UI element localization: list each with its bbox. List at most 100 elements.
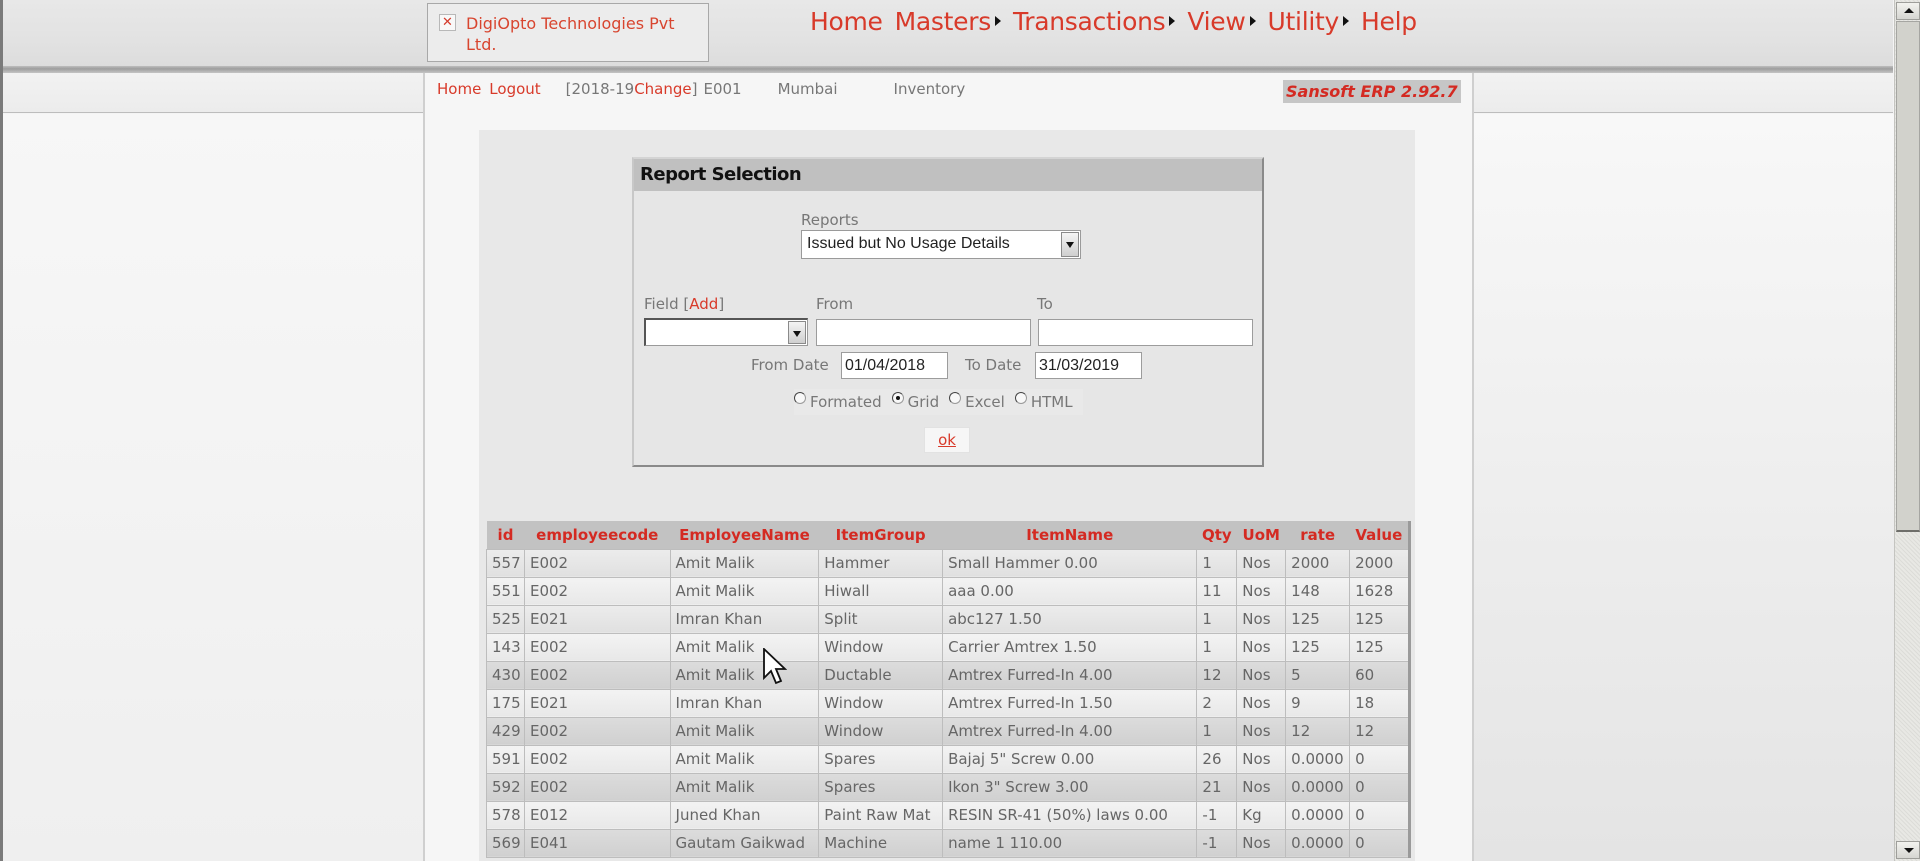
cell-uom: Kg [1236, 800, 1287, 830]
cell-value: 0 [1349, 828, 1410, 858]
cell-qty: 12 [1196, 660, 1238, 690]
chevron-down-icon[interactable] [788, 321, 806, 344]
table-row[interactable]: 578 E012 Juned Khan Paint Raw Mat RESIN SR-4… [486, 800, 1410, 830]
table-row[interactable]: 551 E002 Amit Malik Hiwall aaa 0.00 11 Nos 148 1… [486, 576, 1410, 606]
logout-link[interactable]: Logout [489, 80, 540, 98]
col-header-value[interactable]: Value [1349, 521, 1410, 549]
cell-value: 2000 [1349, 548, 1410, 578]
to-input[interactable] [1038, 319, 1253, 346]
cell-uom: Nos [1236, 716, 1287, 746]
to-date-input[interactable] [1035, 352, 1142, 379]
col-header-itemgroup[interactable]: ItemGroup [818, 521, 943, 549]
reports-select-value: Issued but No Usage Details [807, 235, 1010, 252]
cell-employeecode: E002 [523, 744, 671, 774]
cell-rate: 125 [1285, 632, 1351, 662]
ok-button[interactable]: ok [924, 427, 970, 453]
output-format-group: Formated Grid Excel HTML [794, 389, 1083, 415]
cell-itemname: abc127 1.50 [942, 604, 1198, 634]
cell-value: 125 [1349, 604, 1410, 634]
from-input[interactable] [816, 319, 1031, 346]
financial-year: [2018-19 [565, 80, 635, 98]
submenu-arrow-icon [1342, 16, 1349, 26]
cell-employeename: Amit Malik [669, 632, 820, 662]
menu-view[interactable]: View [1187, 6, 1256, 36]
cell-qty: -1 [1196, 800, 1238, 830]
cell-rate: 148 [1285, 576, 1351, 606]
reports-select[interactable]: Issued but No Usage Details [801, 230, 1081, 259]
cell-rate: 0.0000 [1285, 800, 1351, 830]
radio-excel-label: Excel [965, 393, 1005, 411]
chevron-down-icon[interactable] [1061, 232, 1079, 257]
radio-formated[interactable] [794, 392, 806, 404]
grid-body: 557 E002 Amit Malik Hammer Small Hammer 0.00… [486, 548, 1410, 858]
from-label: From [816, 295, 854, 313]
cell-itemgroup: Window [818, 632, 944, 662]
cell-itemname: Small Hammer 0.00 [942, 548, 1198, 578]
home-link[interactable]: Home [437, 80, 481, 98]
change-year-link[interactable]: Change [634, 80, 691, 98]
table-row[interactable]: 569 E041 Gautam Gaikwad Machine name 1 110.0… [486, 828, 1410, 858]
cell-employeecode: E002 [523, 632, 671, 662]
radio-html[interactable] [1014, 392, 1027, 404]
cell-id: 429 [486, 716, 525, 746]
scroll-down-arrow-icon[interactable] [1896, 841, 1920, 859]
add-field-link[interactable]: Add [689, 295, 718, 313]
cell-itemname: name 1 110.00 [942, 828, 1198, 858]
menu-masters-label: Masters [894, 6, 992, 36]
grid-header-row: id employeecode EmployeeName ItemGroup I… [486, 521, 1410, 549]
radio-grid[interactable] [891, 392, 904, 404]
report-grid: id employeecode EmployeeName ItemGroup I… [486, 521, 1411, 858]
table-row[interactable]: 429 E002 Amit Malik Window Amtrex Furred-In … [486, 716, 1410, 746]
cell-value: 12 [1349, 716, 1410, 746]
cell-employeename: Amit Malik [669, 576, 820, 606]
col-header-employeename[interactable]: EmployeeName [670, 521, 819, 549]
table-row[interactable]: 592 E002 Amit Malik Spares Ikon 3" Screw 3.0… [486, 772, 1410, 802]
from-date-input[interactable] [841, 352, 948, 379]
menu-masters[interactable]: Masters [895, 7, 1001, 36]
table-row[interactable]: 143 E002 Amit Malik Window Carrier Amtrex 1.… [486, 632, 1410, 662]
app-version: Sansoft ERP 2.92.7 [1283, 80, 1461, 103]
menu-view-label: View [1187, 6, 1246, 36]
col-header-uom[interactable]: UoM [1236, 521, 1286, 549]
radio-excel[interactable] [949, 392, 962, 404]
scrollbar-thumb[interactable] [1896, 21, 1920, 532]
cell-id: 557 [486, 548, 525, 578]
cell-itemgroup: Window [818, 688, 944, 718]
cell-rate: 12 [1285, 716, 1351, 746]
vertical-scrollbar[interactable] [1894, 0, 1920, 861]
table-row[interactable]: 591 E002 Amit Malik Spares Bajaj 5" Screw 0.… [486, 744, 1410, 774]
menu-home[interactable]: Home [810, 7, 883, 36]
menu-help-label: Help [1360, 6, 1417, 36]
table-row[interactable]: 525 E021 Imran Khan Split abc127 1.50 1 Nos 125… [486, 604, 1410, 634]
cell-id: 430 [486, 660, 525, 690]
menu-help[interactable]: Help [1361, 7, 1417, 36]
scroll-up-arrow-icon[interactable] [1896, 2, 1920, 20]
menu-transactions-label: Transactions [1012, 6, 1166, 36]
col-header-qty[interactable]: Qty [1196, 521, 1237, 549]
report-selection-panel: Report Selection Reports Issued but No U… [632, 157, 1264, 467]
cell-employeename: Imran Khan [669, 604, 820, 634]
field-select[interactable] [644, 318, 808, 346]
table-row[interactable]: 175 E021 Imran Khan Window Amtrex Furred-In … [486, 688, 1410, 718]
col-header-id[interactable]: id [486, 521, 525, 549]
col-header-itemname[interactable]: ItemName [942, 521, 1197, 549]
menu-transactions[interactable]: Transactions [1012, 6, 1176, 36]
cell-value: 18 [1349, 688, 1410, 718]
cell-itemgroup: Split [818, 604, 944, 634]
cell-itemname: aaa 0.00 [942, 576, 1198, 606]
cell-itemgroup: Spares [818, 744, 944, 774]
col-header-employeecode[interactable]: employeecode [524, 521, 671, 549]
add-bracket: ] [718, 295, 725, 313]
cell-rate: 5 [1285, 660, 1351, 690]
cell-rate: 0.0000 [1285, 744, 1351, 774]
cell-id: 525 [486, 604, 525, 634]
col-header-rate[interactable]: rate [1285, 521, 1350, 549]
table-row[interactable]: 557 E002 Amit Malik Hammer Small Hammer 0.00… [486, 548, 1410, 578]
menu-utility[interactable]: Utility [1268, 7, 1349, 36]
table-row[interactable]: 430 E002 Amit Malik Ductable Amtrex Furred-I… [486, 660, 1410, 690]
cell-employeename: Amit Malik [669, 548, 820, 578]
cell-itemgroup: Hammer [818, 548, 944, 578]
cell-itemname: Ikon 3" Screw 3.00 [942, 772, 1198, 802]
cell-uom: Nos [1236, 688, 1287, 718]
cell-id: 591 [486, 744, 525, 774]
